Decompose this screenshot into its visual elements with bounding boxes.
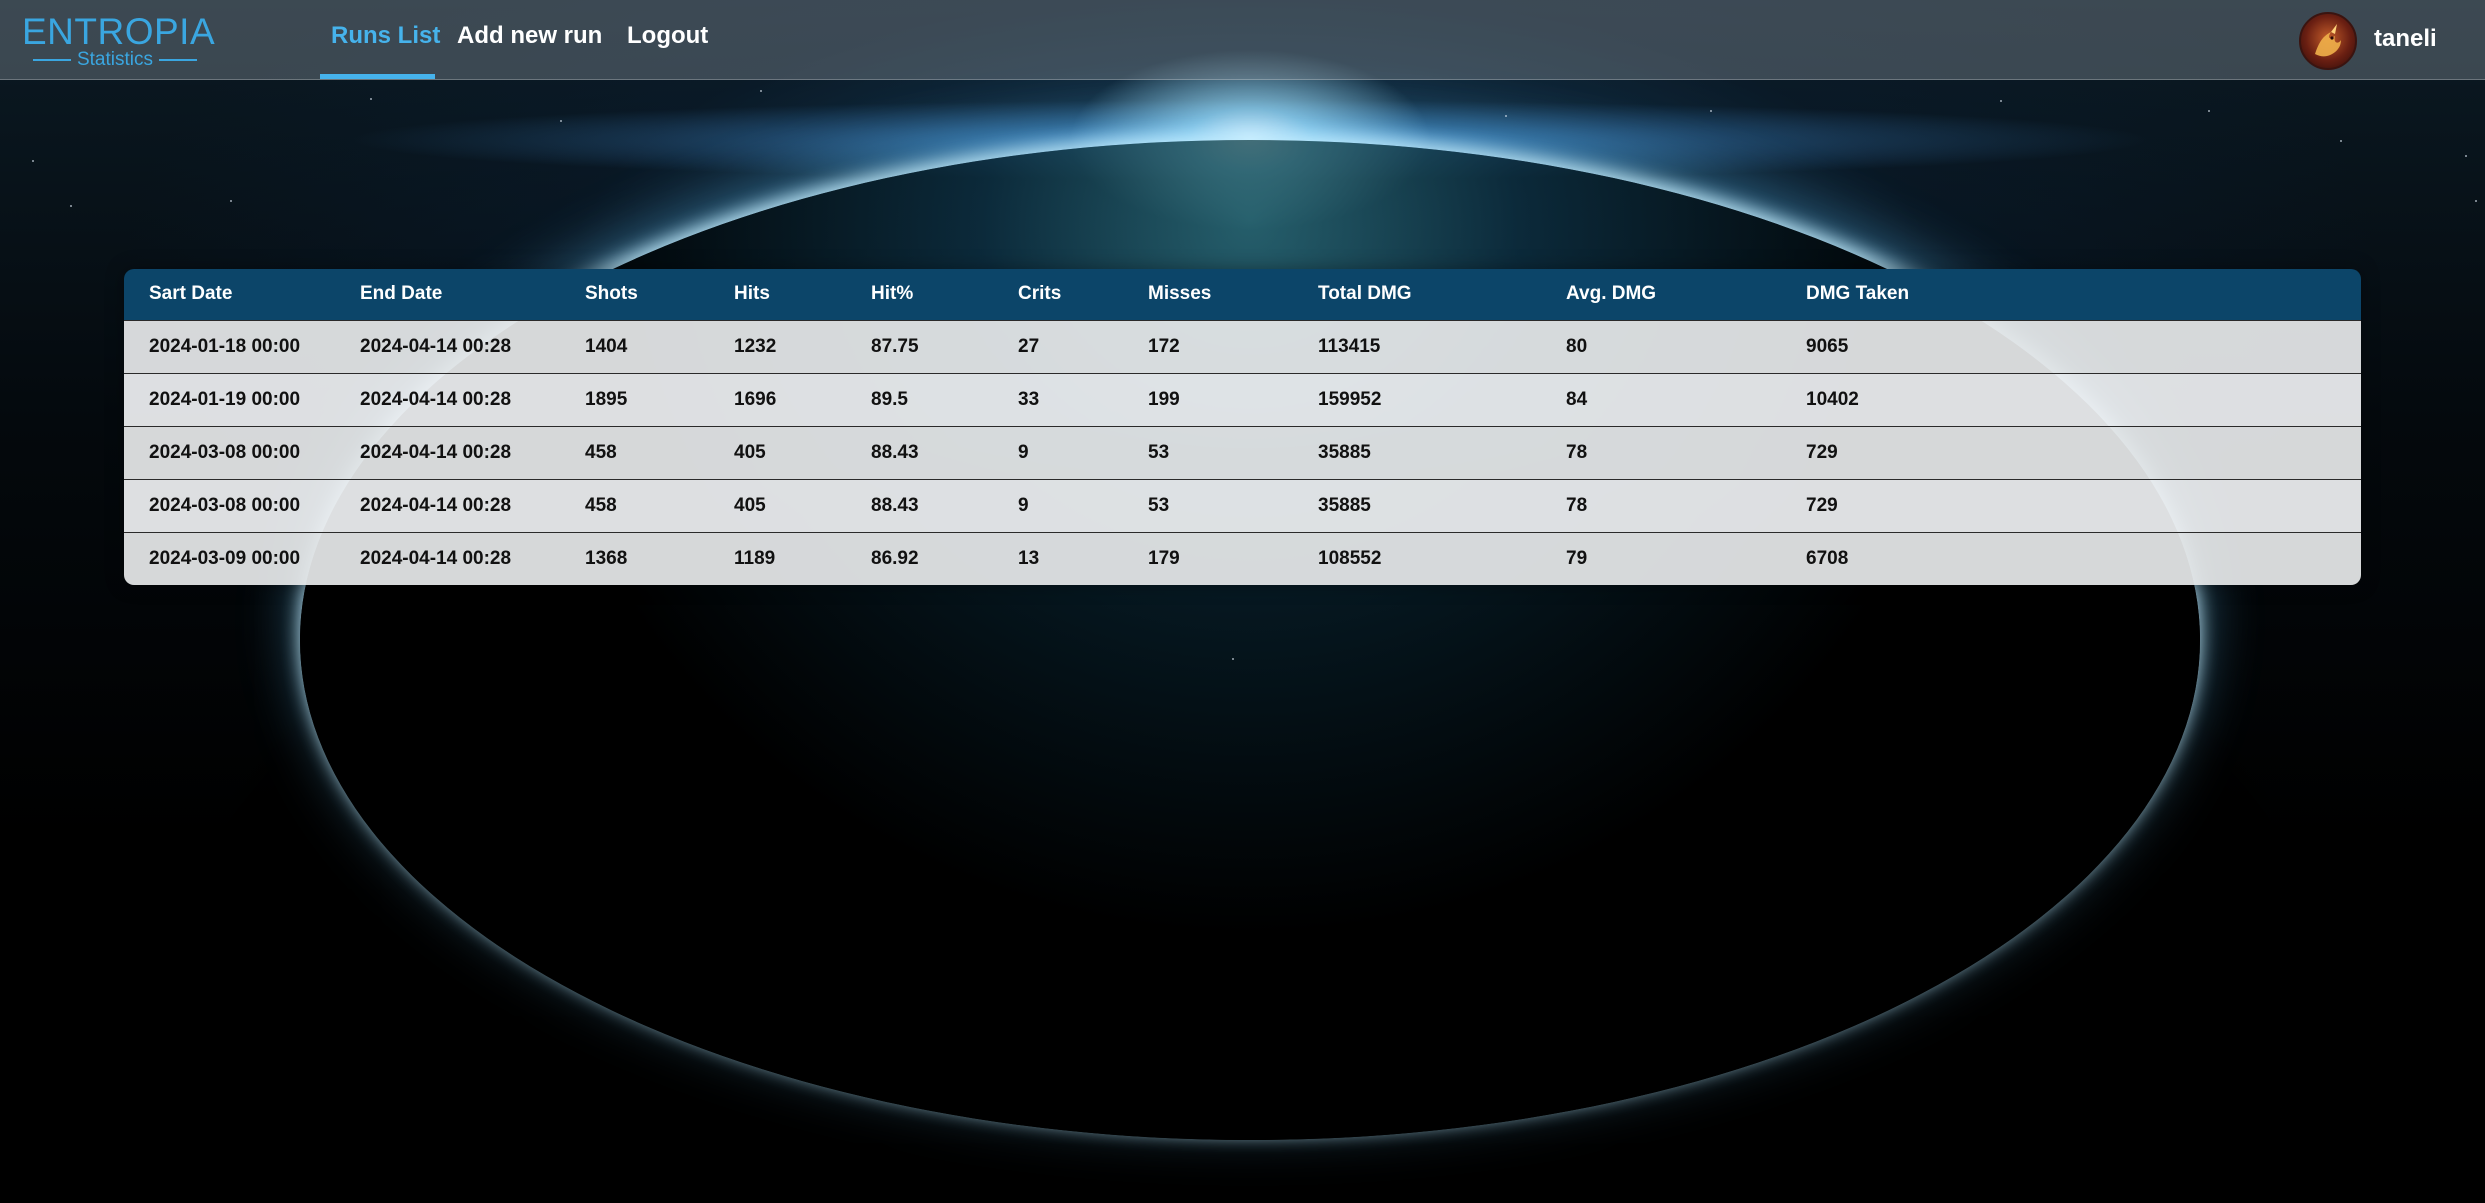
cell-avg-dmg: 78 bbox=[1566, 494, 1588, 516]
cell-misses: 53 bbox=[1148, 494, 1170, 516]
col-start-date[interactable]: Sart Date bbox=[124, 269, 335, 320]
col-crits[interactable]: Crits bbox=[993, 269, 1123, 320]
table-row[interactable]: 2024-01-18 00:00 2024-04-14 00:28 1404 1… bbox=[124, 320, 2361, 373]
cell-end-date: 2024-04-14 00:28 bbox=[360, 388, 512, 410]
cell-total-dmg: 35885 bbox=[1318, 494, 1371, 516]
cell-hit-percent: 89.5 bbox=[871, 388, 908, 410]
dragon-avatar-icon[interactable] bbox=[2299, 12, 2357, 70]
cell-shots: 458 bbox=[585, 494, 617, 516]
cell-total-dmg: 35885 bbox=[1318, 441, 1371, 463]
col-dmg-taken[interactable]: DMG Taken bbox=[1781, 269, 2361, 320]
cell-hit-percent: 86.92 bbox=[871, 547, 919, 569]
cell-hits: 1696 bbox=[734, 388, 777, 410]
cell-end-date: 2024-04-14 00:28 bbox=[360, 494, 512, 516]
cell-shots: 1368 bbox=[585, 547, 628, 569]
col-shots[interactable]: Shots bbox=[560, 269, 709, 320]
cell-start-date: 2024-03-08 00:00 bbox=[149, 441, 301, 463]
cell-crits: 13 bbox=[1018, 547, 1040, 569]
cell-hits: 405 bbox=[734, 494, 766, 516]
active-tab-indicator bbox=[320, 74, 435, 79]
cell-crits: 9 bbox=[1018, 441, 1029, 463]
cell-hits: 1189 bbox=[734, 547, 776, 569]
cell-misses: 179 bbox=[1148, 547, 1180, 569]
runs-table-container: Sart Date End Date Shots Hits Hit% Crits… bbox=[124, 269, 2361, 585]
cell-shots: 458 bbox=[585, 441, 617, 463]
runs-table: Sart Date End Date Shots Hits Hit% Crits… bbox=[124, 269, 2361, 585]
cell-total-dmg: 108552 bbox=[1318, 547, 1382, 569]
cell-dmg-taken: 10402 bbox=[1806, 388, 1859, 410]
cell-start-date: 2024-03-09 00:00 bbox=[149, 547, 301, 569]
cell-hits: 1232 bbox=[734, 335, 777, 357]
cell-crits: 33 bbox=[1018, 388, 1040, 410]
cell-total-dmg: 159952 bbox=[1318, 388, 1382, 410]
cell-total-dmg: 113415 bbox=[1318, 335, 1381, 357]
col-total-dmg[interactable]: Total DMG bbox=[1293, 269, 1541, 320]
cell-hit-percent: 88.43 bbox=[871, 494, 919, 516]
cell-hit-percent: 88.43 bbox=[871, 441, 919, 463]
cell-start-date: 2024-01-19 00:00 bbox=[149, 388, 301, 410]
col-hits[interactable]: Hits bbox=[709, 269, 846, 320]
table-header-row: Sart Date End Date Shots Hits Hit% Crits… bbox=[124, 269, 2361, 320]
cell-start-date: 2024-01-18 00:00 bbox=[149, 335, 301, 357]
col-misses[interactable]: Misses bbox=[1123, 269, 1293, 320]
logo-line-right bbox=[159, 59, 198, 61]
cell-shots: 1404 bbox=[585, 335, 628, 357]
username[interactable]: taneli bbox=[2374, 25, 2437, 53]
cell-crits: 9 bbox=[1018, 494, 1029, 516]
top-navbar: ENTROPIA Statistics Runs List Add new ru… bbox=[0, 0, 2485, 80]
cell-misses: 53 bbox=[1148, 441, 1170, 463]
col-avg-dmg[interactable]: Avg. DMG bbox=[1541, 269, 1781, 320]
cell-end-date: 2024-04-14 00:28 bbox=[360, 547, 512, 569]
logo-subtitle: Statistics bbox=[76, 49, 154, 70]
cell-misses: 199 bbox=[1148, 388, 1180, 410]
cell-start-date: 2024-03-08 00:00 bbox=[149, 494, 301, 516]
logo-line-left bbox=[32, 59, 71, 61]
cell-dmg-taken: 9065 bbox=[1806, 335, 1849, 357]
cell-dmg-taken: 729 bbox=[1806, 494, 1838, 516]
cell-avg-dmg: 80 bbox=[1566, 335, 1588, 357]
cell-hit-percent: 87.75 bbox=[871, 335, 919, 357]
app-logo[interactable]: ENTROPIA Statistics bbox=[22, 11, 216, 70]
cell-avg-dmg: 79 bbox=[1566, 547, 1588, 569]
cell-crits: 27 bbox=[1018, 335, 1040, 357]
space-background bbox=[0, 0, 2485, 1203]
cell-avg-dmg: 84 bbox=[1566, 388, 1588, 410]
col-hit-percent[interactable]: Hit% bbox=[846, 269, 993, 320]
table-row[interactable]: 2024-01-19 00:00 2024-04-14 00:28 1895 1… bbox=[124, 373, 2361, 426]
table-row[interactable]: 2024-03-09 00:00 2024-04-14 00:28 1368 1… bbox=[124, 532, 2361, 585]
nav-add-new-run[interactable]: Add new run bbox=[457, 22, 602, 50]
nav-logout[interactable]: Logout bbox=[627, 22, 708, 50]
cell-dmg-taken: 729 bbox=[1806, 441, 1838, 463]
col-end-date[interactable]: End Date bbox=[335, 269, 560, 320]
cell-avg-dmg: 78 bbox=[1566, 441, 1588, 463]
cell-misses: 172 bbox=[1148, 335, 1180, 357]
table-row[interactable]: 2024-03-08 00:00 2024-04-14 00:28 458 40… bbox=[124, 426, 2361, 479]
cell-dmg-taken: 6708 bbox=[1806, 547, 1849, 569]
cell-shots: 1895 bbox=[585, 388, 628, 410]
cell-end-date: 2024-04-14 00:28 bbox=[360, 441, 512, 463]
nav-runs-list[interactable]: Runs List bbox=[331, 22, 440, 50]
cell-hits: 405 bbox=[734, 441, 766, 463]
logo-title: ENTROPIA bbox=[22, 11, 216, 52]
cell-end-date: 2024-04-14 00:28 bbox=[360, 335, 512, 357]
table-row[interactable]: 2024-03-08 00:00 2024-04-14 00:28 458 40… bbox=[124, 479, 2361, 532]
